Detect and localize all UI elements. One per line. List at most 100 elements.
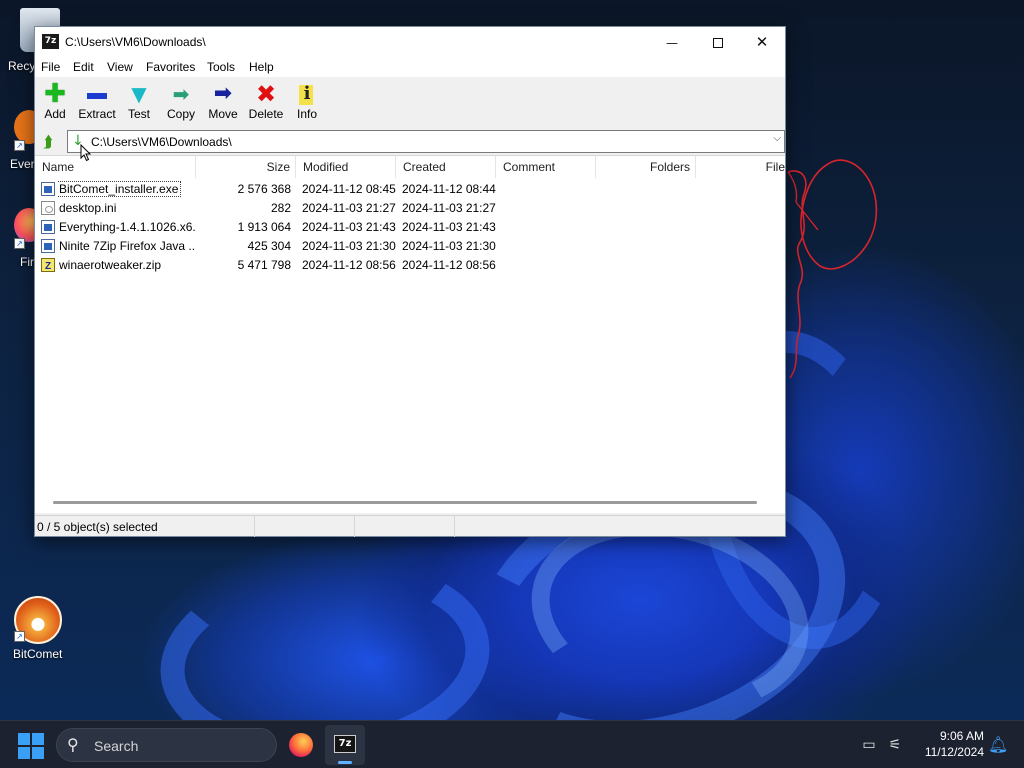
- toolbar-label: Add: [44, 107, 66, 121]
- info-button[interactable]: i Info: [285, 79, 329, 125]
- file-row[interactable]: winaerotweaker.zip 5 471 798 2024-11-12 …: [35, 256, 785, 276]
- shortcut-arrow-icon: ↗: [14, 631, 25, 642]
- column-header-size[interactable]: Size: [196, 156, 296, 178]
- status-selection-text: 0 / 5 object(s) selected: [37, 520, 158, 534]
- wallpaper-swirl: [150, 543, 500, 720]
- mouse-cursor-icon: [80, 144, 92, 162]
- file-modified: 2024-11-03 21:30: [302, 239, 396, 253]
- desktop-icon-bitcomet[interactable]: ↗ BitComet: [0, 596, 76, 661]
- file-size: 282: [270, 201, 291, 215]
- taskbar-search[interactable]: ⚲ Search: [56, 728, 277, 762]
- address-text[interactable]: C:\Users\VM6\Downloads\: [91, 135, 232, 149]
- shortcut-arrow-icon: ↗: [14, 238, 25, 249]
- menu-favorites[interactable]: Favorites: [146, 60, 195, 74]
- desktop-icon-label: Fir: [20, 255, 34, 269]
- move-icon: ➡: [213, 81, 233, 106]
- delete-icon: ✖: [255, 80, 277, 108]
- maximize-button[interactable]: [695, 27, 741, 57]
- red-annotation-doodle: [787, 159, 878, 379]
- taskbar: ⚲ Search 7z ▭ ⚟ 9:06 AM 11/12/2024 🔔︎: [0, 720, 1024, 768]
- windows-logo-icon: [18, 733, 30, 745]
- file-created: 2024-11-12 08:56: [402, 258, 496, 272]
- monitor-icon[interactable]: ▭: [860, 736, 878, 754]
- file-row[interactable]: desktop.ini 282 2024-11-03 21:27 2024-11…: [35, 199, 785, 218]
- menu-view[interactable]: View: [107, 60, 133, 74]
- chevron-down-icon[interactable]: ⌵: [773, 133, 781, 144]
- menu-bar: File Edit View Favorites Tools Help: [35, 57, 785, 77]
- taskbar-seven-zip[interactable]: 7z: [325, 725, 365, 765]
- file-name: winaerotweaker.zip: [59, 258, 162, 272]
- toolbar-label: Move: [208, 107, 238, 121]
- status-segment: 0 / 5 object(s) selected: [35, 516, 255, 537]
- file-modified: 2024-11-03 21:27: [302, 201, 396, 215]
- toolbar-label: Delete: [248, 107, 284, 121]
- seven-zip-icon: 7z: [334, 735, 356, 753]
- file-modified: 2024-11-12 08:45: [302, 182, 396, 196]
- clock-time: 9:06 AM: [939, 729, 984, 743]
- file-created: 2024-11-12 08:44: [402, 182, 496, 196]
- copy-button[interactable]: ➡ Copy: [159, 79, 203, 125]
- toolbar-label: Extract: [78, 107, 116, 121]
- column-header-folders[interactable]: Folders: [596, 156, 696, 178]
- start-button[interactable]: [18, 733, 44, 759]
- copy-icon: ➡: [172, 82, 190, 106]
- menu-file[interactable]: File: [41, 60, 60, 74]
- minimize-icon: —: [666, 36, 678, 50]
- seven-zip-window[interactable]: 7z C:\Users\VM6\Downloads\ — ✕ File Edit…: [34, 26, 786, 537]
- title-bar[interactable]: 7z C:\Users\VM6\Downloads\ — ✕: [35, 27, 785, 57]
- file-modified: 2024-11-03 21:43: [302, 220, 396, 234]
- file-size: 425 304: [247, 239, 291, 253]
- file-created: 2024-11-03 21:30: [402, 239, 496, 253]
- menu-tools[interactable]: Tools: [207, 60, 235, 74]
- active-app-indicator: [338, 761, 352, 764]
- column-header-files[interactable]: File: [696, 156, 785, 178]
- extract-icon: [87, 93, 107, 99]
- extract-button[interactable]: Extract: [75, 79, 119, 125]
- file-name: BitComet_installer.exe: [57, 181, 182, 197]
- folder-up-button[interactable]: ⮭: [38, 132, 58, 152]
- file-row[interactable]: BitComet_installer.exe 2 576 368 2024-11…: [35, 180, 785, 199]
- shortcut-arrow-icon: ↗: [14, 140, 25, 151]
- ini-file-icon: [41, 201, 55, 215]
- test-button[interactable]: ▼ Test: [117, 79, 161, 125]
- status-segment: [255, 516, 355, 537]
- horizontal-scrollbar[interactable]: [53, 501, 757, 504]
- info-icon: i: [295, 83, 319, 105]
- file-row[interactable]: Everything-1.4.1.1026.x6... 1 913 064 20…: [35, 218, 785, 237]
- column-header-modified[interactable]: Modified: [296, 156, 396, 178]
- move-button[interactable]: ➡ Move: [201, 79, 245, 125]
- status-segment: [355, 516, 455, 537]
- folder-up-icon: ⮭: [43, 132, 53, 151]
- file-size: 2 576 368: [237, 182, 291, 196]
- search-icon: ⚲: [67, 735, 79, 754]
- notification-bell-icon[interactable]: 🔔︎: [988, 735, 1008, 754]
- minimize-button[interactable]: —: [649, 27, 695, 57]
- taskbar-firefox[interactable]: [281, 725, 321, 765]
- file-size: 5 471 798: [237, 258, 291, 272]
- exe-file-icon: [41, 220, 55, 234]
- column-header-comment[interactable]: Comment: [496, 156, 596, 178]
- menu-edit[interactable]: Edit: [73, 60, 94, 74]
- window-title: C:\Users\VM6\Downloads\: [65, 35, 206, 49]
- delete-button[interactable]: ✖ Delete: [244, 79, 288, 125]
- desktop-icon-label: BitComet: [13, 647, 63, 661]
- address-bar[interactable]: ↓ C:\Users\VM6\Downloads\ ⌵: [67, 130, 785, 153]
- clock[interactable]: 9:06 AM 11/12/2024: [908, 728, 984, 760]
- seven-zip-app-icon: 7z: [42, 34, 59, 49]
- file-list[interactable]: Name Size Modified Created Comment Folde…: [35, 155, 785, 513]
- close-button[interactable]: ✕: [739, 27, 785, 57]
- desktop-icon-label: Recy: [8, 59, 36, 73]
- column-header-name[interactable]: Name: [35, 156, 196, 178]
- add-button[interactable]: ✚ Add: [33, 79, 77, 125]
- menu-help[interactable]: Help: [249, 60, 274, 74]
- column-header-created[interactable]: Created: [396, 156, 496, 178]
- desktop-icon-label: Ever: [10, 157, 35, 171]
- maximize-icon: [713, 37, 723, 48]
- search-placeholder: Search: [94, 738, 139, 754]
- exe-file-icon: [41, 239, 55, 253]
- file-row[interactable]: Ninite 7Zip Firefox Java ... 425 304 202…: [35, 237, 785, 256]
- network-icon[interactable]: ⚟: [886, 736, 904, 754]
- zip-file-icon: [41, 257, 55, 276]
- test-icon: ▼: [131, 82, 147, 106]
- toolbar-label: Copy: [166, 107, 195, 121]
